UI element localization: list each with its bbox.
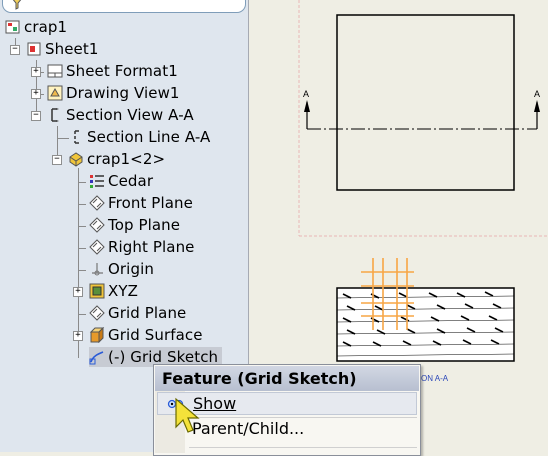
tree-item-label: Cedar xyxy=(108,172,154,190)
tree-item-label: Right Plane xyxy=(108,238,195,256)
section-view[interactable] xyxy=(336,287,515,362)
tree-item-crap1-2[interactable]: crap1<2> xyxy=(68,149,165,169)
tree-item-label: Drawing View1 xyxy=(66,84,180,102)
menu-separator xyxy=(189,447,417,448)
filter-bar xyxy=(0,0,246,14)
tree-item-grid-surface[interactable]: Grid Surface xyxy=(89,325,203,345)
material-icon xyxy=(90,175,104,188)
tree-item-label: Section View A-A xyxy=(66,106,194,124)
origin-icon xyxy=(92,263,103,276)
tree-item-crap1[interactable]: crap1 xyxy=(5,17,67,37)
tree-item-grid-plane[interactable]: Grid Plane xyxy=(89,303,186,323)
tree-item-label: Top Plane xyxy=(108,216,181,234)
tree-item-label: Origin xyxy=(108,260,154,278)
collapse-toggle[interactable]: − xyxy=(31,111,41,121)
sheet-icon xyxy=(27,42,41,56)
section-line[interactable] xyxy=(304,100,540,130)
section-label-right: A xyxy=(534,89,540,99)
tree-item-xyz[interactable]: XYZ xyxy=(89,281,138,301)
tree-item-label: Sheet1 xyxy=(45,40,99,58)
tree-item-label: crap1<2> xyxy=(87,150,166,168)
plane-icon xyxy=(89,239,105,255)
tree-item-label: Front Plane xyxy=(108,194,193,212)
expand-toggle[interactable]: + xyxy=(73,287,83,297)
tree-item-label: Grid Surface xyxy=(108,326,203,344)
drawing-view-rect[interactable] xyxy=(336,14,515,191)
tree-item-cedar[interactable]: Cedar xyxy=(89,171,153,191)
tree-item-label: crap1 xyxy=(24,18,68,36)
expand-toggle[interactable]: + xyxy=(31,67,41,77)
filter-input[interactable] xyxy=(2,0,246,13)
tree-item-label: Section Line A-A xyxy=(87,128,211,146)
sheet-format-icon xyxy=(47,64,63,78)
feature-icon xyxy=(89,283,105,299)
plane-icon xyxy=(89,195,105,211)
plane-icon xyxy=(89,217,105,233)
menu-separator xyxy=(189,417,417,418)
tree-item-label: Grid Plane xyxy=(108,304,187,322)
tree-item-label: XYZ xyxy=(108,282,139,300)
part-icon xyxy=(69,152,83,167)
tree-item-sheet1[interactable]: Sheet1 xyxy=(26,39,99,59)
section-view-caption: ON A-A xyxy=(421,374,449,383)
tree-item-front-plane[interactable]: Front Plane xyxy=(89,193,193,213)
section-line-icon xyxy=(74,130,79,144)
collapse-toggle[interactable]: − xyxy=(10,45,20,55)
tree-item-sheet-format1[interactable]: Sheet Format1 xyxy=(47,61,178,81)
surface-icon xyxy=(89,327,105,343)
tree-item-top-plane[interactable]: Top Plane xyxy=(89,215,180,235)
drawing-view-icon xyxy=(47,85,63,101)
menu-item-label: Parent/Child... xyxy=(192,419,305,438)
tree-item-section-view-a-a[interactable]: Section View A-A xyxy=(47,105,194,125)
context-menu-title: Feature (Grid Sketch) xyxy=(155,366,419,391)
expand-toggle[interactable]: + xyxy=(73,331,83,341)
section-label-left: A xyxy=(303,89,309,99)
drawing-icon xyxy=(5,20,20,34)
plane-icon xyxy=(89,305,105,321)
collapse-toggle[interactable]: − xyxy=(52,155,62,165)
tree-item-section-line-a-a[interactable]: Section Line A-A xyxy=(68,127,210,147)
sketch-icon xyxy=(89,351,104,365)
tree-item-drawing-view1[interactable]: Drawing View1 xyxy=(47,83,180,103)
expand-toggle[interactable]: + xyxy=(31,89,41,99)
section-view-icon xyxy=(51,108,59,122)
tree-item-origin[interactable]: Origin xyxy=(89,259,154,279)
funnel-icon[interactable] xyxy=(10,0,24,10)
tree-item-label: Sheet Format1 xyxy=(66,62,178,80)
tree-item-right-plane[interactable]: Right Plane xyxy=(89,237,195,257)
mouse-cursor-icon xyxy=(175,397,200,433)
